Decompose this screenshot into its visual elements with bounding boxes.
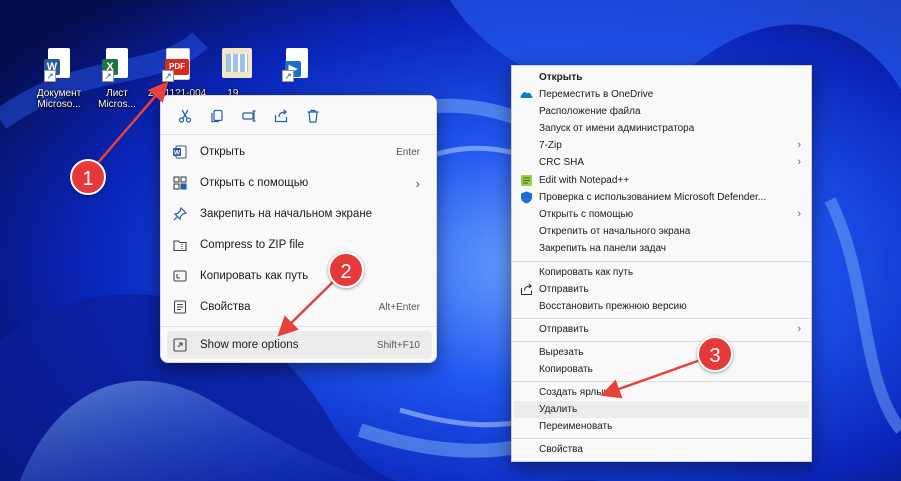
classic-item-create-shortcut[interactable]: Создать ярлык bbox=[514, 384, 809, 401]
zip-folder-icon bbox=[173, 238, 187, 252]
share-icon bbox=[520, 283, 533, 296]
menu-item-label: Закрепить на панели задач bbox=[539, 243, 666, 254]
rename-icon[interactable] bbox=[233, 105, 265, 127]
menu-item-label: Открепить от начального экрана bbox=[539, 226, 691, 237]
menu-item-pin-start[interactable]: Закрепить на начальном экране bbox=[167, 200, 432, 228]
word-icon: W bbox=[173, 145, 187, 159]
classic-item-crc-sha[interactable]: CRC SHA › bbox=[514, 154, 809, 171]
menu-item-label: Восстановить прежнюю версию bbox=[539, 301, 687, 312]
menu-item-label: Открыть bbox=[200, 146, 246, 158]
share-icon[interactable] bbox=[265, 105, 297, 127]
shortcut-text: Enter bbox=[396, 146, 420, 158]
delete-icon[interactable] bbox=[297, 105, 329, 127]
context-menu-toolbar bbox=[161, 96, 436, 127]
classic-item-pin-taskbar[interactable]: Закрепить на панели задач bbox=[514, 240, 809, 257]
annotation-badge-1: 1 bbox=[70, 159, 106, 195]
classic-item-send-to[interactable]: Отправить › bbox=[514, 321, 809, 338]
menu-item-label: Открыть bbox=[539, 72, 583, 83]
menu-item-label: CRC SHA bbox=[539, 157, 585, 168]
copy-icon[interactable] bbox=[201, 105, 233, 127]
classic-item-cut[interactable]: Вырезать bbox=[514, 344, 809, 361]
menu-item-label: Создать ярлык bbox=[539, 387, 608, 398]
menu-item-label: Переименовать bbox=[539, 421, 613, 432]
cut-icon[interactable] bbox=[169, 105, 201, 127]
video-file-icon: ▶ ↗ bbox=[282, 48, 312, 84]
menu-item-copy-path[interactable]: Копировать как путь bbox=[167, 262, 432, 290]
desktop-icon-video-file[interactable]: ▶ ↗ ... bbox=[268, 48, 326, 99]
defender-shield-icon bbox=[520, 191, 533, 204]
classic-item-restore-version[interactable]: Восстановить прежнюю версию bbox=[514, 298, 809, 315]
classic-item-copy-path[interactable]: Копировать как путь bbox=[514, 264, 809, 281]
menu-item-label: Закрепить на начальном экране bbox=[200, 208, 373, 220]
annotation-badge-3: 3 bbox=[697, 336, 733, 372]
menu-item-label: Compress to ZIP file bbox=[200, 239, 304, 251]
classic-item-defender-scan[interactable]: Проверка с использованием Microsoft Defe… bbox=[514, 189, 809, 206]
excel-sheet-icon: X ↗ bbox=[102, 48, 132, 84]
classic-item-properties[interactable]: Свойства bbox=[514, 441, 809, 458]
classic-context-menu: Открыть Переместить в OneDrive Расположе… bbox=[511, 65, 812, 462]
notepad-plus-icon bbox=[520, 174, 533, 187]
chevron-right-icon: › bbox=[797, 208, 801, 220]
more-options-icon bbox=[173, 338, 187, 352]
menu-item-label: Свойства bbox=[200, 301, 251, 313]
desktop-icon-pdf-file[interactable]: PDF ↗ 20211?1-004 bbox=[148, 48, 206, 99]
shortcut-text: Shift+F10 bbox=[376, 339, 420, 351]
menu-item-label: Копировать bbox=[539, 364, 593, 375]
classic-item-share[interactable]: Отправить bbox=[514, 281, 809, 298]
desktop-icon-word-document[interactable]: W ↗ Документ Microso... bbox=[30, 48, 88, 110]
properties-icon bbox=[173, 300, 187, 314]
chevron-right-icon: › bbox=[797, 323, 801, 335]
menu-item-label: Проверка с использованием Microsoft Defe… bbox=[539, 192, 767, 203]
desktop-icon-image-file[interactable]: 19... bbox=[208, 48, 266, 99]
chevron-right-icon: › bbox=[415, 175, 420, 191]
desktop-icon-excel-sheet[interactable]: X ↗ Лист Micros... bbox=[88, 48, 146, 110]
chevron-right-icon: › bbox=[797, 156, 801, 168]
pdf-file-icon: PDF ↗ bbox=[162, 48, 192, 84]
menu-item-label: Show more options bbox=[200, 339, 299, 351]
classic-item-run-as-admin[interactable]: Запуск от имени администратора bbox=[514, 120, 809, 137]
menu-item-label: Отправить bbox=[539, 284, 589, 295]
menu-item-label: Edit with Notepad++ bbox=[539, 175, 630, 186]
classic-item-rename[interactable]: Переименовать bbox=[514, 418, 809, 435]
menu-item-open-with[interactable]: Открыть с помощью › bbox=[167, 169, 432, 197]
menu-item-label: Свойства bbox=[539, 444, 583, 455]
menu-item-label: Открыть с помощью bbox=[539, 209, 634, 220]
open-with-icon bbox=[173, 176, 187, 190]
classic-item-open[interactable]: Открыть bbox=[514, 69, 809, 86]
classic-item-move-onedrive[interactable]: Переместить в OneDrive bbox=[514, 86, 809, 103]
menu-item-compress-zip[interactable]: Compress to ZIP file bbox=[167, 231, 432, 259]
word-document-icon: W ↗ bbox=[44, 48, 74, 84]
menu-item-label: Отправить bbox=[539, 324, 589, 335]
chevron-right-icon: › bbox=[797, 139, 801, 151]
onedrive-icon bbox=[520, 88, 533, 101]
classic-item-notepad-plus[interactable]: Edit with Notepad++ bbox=[514, 172, 809, 189]
menu-item-label: Удалить bbox=[539, 404, 578, 415]
menu-item-label: Переместить в OneDrive bbox=[539, 89, 654, 100]
classic-item-delete[interactable]: Удалить bbox=[514, 401, 809, 418]
classic-item-7zip[interactable]: 7-Zip › bbox=[514, 137, 809, 154]
desktop-icon-label: Документ Microso... bbox=[36, 88, 82, 110]
menu-item-show-more-options[interactable]: Show more options Shift+F10 bbox=[167, 331, 432, 359]
menu-item-properties[interactable]: Свойства Alt+Enter bbox=[167, 293, 432, 321]
copy-path-icon bbox=[173, 269, 187, 283]
annotation-badge-2: 2 bbox=[328, 252, 364, 288]
menu-item-label: Вырезать bbox=[539, 347, 584, 358]
menu-item-label: Открыть с помощью bbox=[200, 177, 309, 189]
classic-item-unpin-start[interactable]: Открепить от начального экрана bbox=[514, 223, 809, 240]
classic-item-copy[interactable]: Копировать bbox=[514, 361, 809, 378]
classic-item-open-with[interactable]: Открыть с помощью › bbox=[514, 206, 809, 223]
image-file-icon bbox=[222, 48, 252, 84]
menu-item-label: Копировать как путь bbox=[539, 267, 634, 278]
menu-item-label: Копировать как путь bbox=[200, 270, 309, 282]
pin-icon bbox=[173, 207, 187, 221]
classic-item-file-location[interactable]: Расположение файла bbox=[514, 103, 809, 120]
desktop-icon-label: Лист Micros... bbox=[98, 88, 136, 110]
shortcut-text: Alt+Enter bbox=[378, 301, 420, 313]
menu-item-label: Запуск от имени администратора bbox=[539, 123, 695, 134]
win11-context-menu: W Открыть Enter Открыть с помощью › Закр… bbox=[160, 95, 437, 363]
menu-item-label: Расположение файла bbox=[539, 106, 641, 117]
menu-item-open[interactable]: W Открыть Enter bbox=[167, 138, 432, 166]
svg-text:W: W bbox=[174, 150, 181, 157]
menu-item-label: 7-Zip bbox=[539, 140, 562, 151]
